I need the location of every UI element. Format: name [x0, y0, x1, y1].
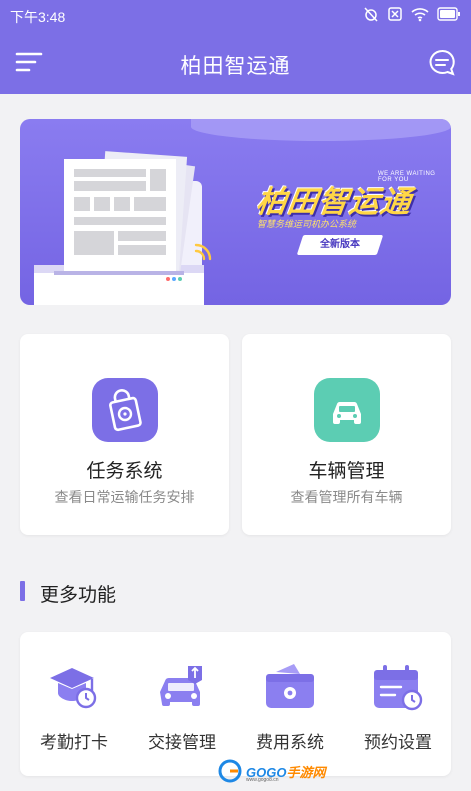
section-accent-bar [20, 581, 25, 601]
card-subtitle: 查看管理所有车辆 [290, 489, 403, 505]
attendance-icon [46, 662, 102, 712]
watermark-url: www.gogo8.cn [246, 777, 279, 783]
message-icon[interactable] [427, 48, 457, 78]
banner-decor-arc [191, 119, 451, 141]
battery-icon [437, 7, 461, 24]
status-icons [363, 6, 461, 25]
card-vehicle-management[interactable]: 车辆管理 查看管理所有车辆 [242, 334, 451, 535]
feature-expense[interactable]: 费用系统 [236, 632, 344, 776]
banner-badge-label: 全新版本 [320, 239, 360, 250]
banner-brand: 柏田智运通 [254, 186, 414, 219]
feature-label: 交接管理 [148, 733, 216, 752]
section-title: 更多功能 [40, 585, 117, 606]
page-title: 柏田智运通 [180, 55, 291, 78]
status-bar: 下午3:48 [0, 0, 471, 30]
watermark-brand-b: 手游网 [286, 765, 326, 780]
printer-illustration [34, 151, 212, 305]
alarm-off-icon [363, 6, 379, 25]
feature-label: 预约设置 [364, 733, 432, 752]
car-icon [314, 378, 380, 442]
wifi-icon [411, 6, 429, 25]
card-title: 车辆管理 [308, 461, 385, 482]
card-subtitle: 查看日常运输任务安排 [54, 489, 195, 505]
card-title: 任务系统 [86, 461, 163, 482]
status-time: 下午3:48 [10, 9, 66, 25]
handover-icon [154, 662, 210, 712]
promo-banner[interactable]: WE ARE WAITING FOR YOU 柏田智运通 智慧务维运司机办公系统… [20, 119, 451, 305]
gogo-logo-icon [218, 759, 242, 783]
wallet-icon [262, 662, 318, 712]
more-features-panel: 考勤打卡 交接管理 费用系统 预约设置 [20, 632, 451, 776]
task-bag-icon [92, 378, 158, 442]
feature-booking[interactable]: 预约设置 [344, 632, 452, 776]
feature-handover[interactable]: 交接管理 [128, 632, 236, 776]
sim-off-icon [387, 6, 403, 25]
watermark-logo: GOGO手游网 www.gogo8.cn [218, 758, 340, 784]
feature-attendance[interactable]: 考勤打卡 [20, 632, 128, 776]
feature-label: 费用系统 [256, 733, 324, 752]
banner-badge[interactable]: 全新版本 [296, 235, 384, 255]
calendar-icon [370, 662, 426, 712]
feature-label: 考勤打卡 [40, 733, 108, 752]
app-bar: 柏田智运通 [0, 30, 471, 94]
card-task-system[interactable]: 任务系统 查看日常运输任务安排 [20, 334, 229, 535]
banner-subtitle: 智慧务维运司机办公系统 [257, 219, 357, 229]
